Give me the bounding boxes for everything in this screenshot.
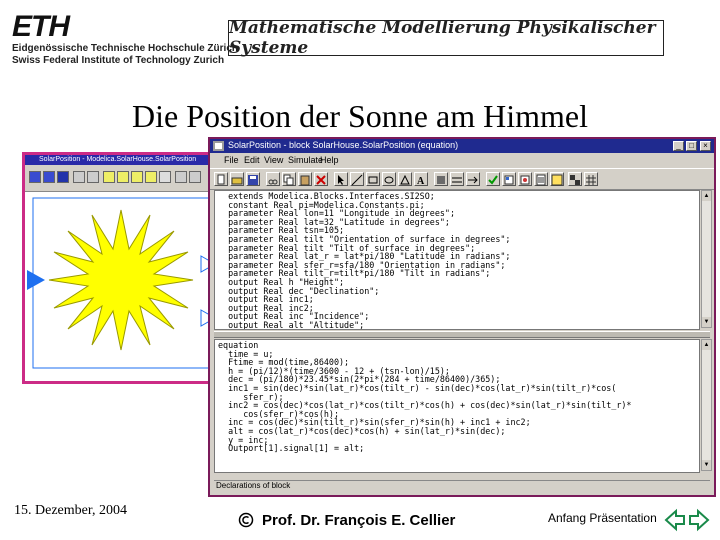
toolbar-button[interactable] [131,171,143,183]
toolbar-button[interactable] [29,171,41,183]
menu-bar: File Edit View Simulate Help [210,153,714,167]
toolbar-button[interactable] [189,171,201,183]
copyright-icon [238,512,254,528]
arrow-left-icon[interactable] [664,508,686,532]
toolbar-button[interactable] [57,171,69,183]
slide-title: Die Position der Sonne am Himmel [132,98,588,134]
window-icon [213,141,224,151]
institution-english: Swiss Federal Institute of Technology Zu… [12,55,225,66]
status-bar: Declarations of block [214,480,710,492]
maximize-icon[interactable]: □ [686,141,697,151]
menu-help[interactable]: Help [320,155,339,165]
equations-pane[interactable]: equation time = u; Ftime = mod(time,8640… [214,339,700,473]
scroll-down-icon[interactable]: ▼ [702,317,711,327]
toolbar-button[interactable] [103,171,115,183]
course-title: Mathematische Modellierung Physikalische… [228,18,664,58]
line-icon[interactable] [350,172,364,186]
toolbar-button[interactable] [43,171,55,183]
close-icon[interactable]: × [700,141,711,151]
scroll-down-icon[interactable]: ▼ [702,460,711,470]
eth-logo: ETH [12,10,70,43]
toolbar-button[interactable] [159,171,171,183]
toolbar-button[interactable] [145,171,157,183]
menu-view[interactable]: View [264,155,283,165]
editor-title: SolarPosition - block SolarHouse.SolarPo… [228,140,459,150]
start-presentation-link[interactable]: Anfang Präsentation [548,511,657,525]
menu-file[interactable]: File [224,155,239,165]
diagram-layer-icon[interactable] [502,172,516,186]
paste-icon[interactable] [298,172,312,186]
diagram-window-title: SolarPosition - Modelica.SolarHouse.Sola… [25,155,219,165]
arrow-style-icon[interactable] [466,172,480,186]
equations-text[interactable]: equation time = u; Ftime = mod(time,8640… [215,340,699,454]
editor-toolbar: A [210,168,714,190]
slide-date: 15. Dezember, 2004 [14,503,127,518]
model-editor-window[interactable]: SolarPosition - block SolarHouse.SolarPo… [208,137,716,497]
modelica-text-layer-icon[interactable] [550,172,564,186]
author-credit: Prof. Dr. François E. Cellier [238,512,455,529]
author-name: Prof. Dr. François E. Cellier [262,512,456,529]
institution-german: Eidgenössische Technische Hochschule Zür… [12,43,238,54]
toggle-icon[interactable] [568,172,582,186]
cut-icon[interactable] [266,172,280,186]
diagram-toolbar [25,167,219,189]
diagram-window[interactable]: SolarPosition - Modelica.SolarHouse.Sola… [22,152,222,384]
rectangle-icon[interactable] [366,172,380,186]
scroll-up-icon[interactable]: ▲ [702,191,711,201]
select-icon[interactable] [334,172,348,186]
documentation-layer-icon[interactable] [534,172,548,186]
delete-icon[interactable] [314,172,328,186]
toolbar-button[interactable] [87,171,99,183]
svg-text:A: A [417,176,425,186]
scroll-up-icon[interactable]: ▲ [702,340,711,350]
toolbar-button[interactable] [117,171,129,183]
line-style-icon[interactable] [450,172,464,186]
open-icon[interactable] [230,172,244,186]
minimize-icon[interactable]: _ [673,141,684,151]
grid-icon[interactable] [584,172,598,186]
declarations-text[interactable]: extends Modelica.Blocks.Interfaces.SI2SO… [215,191,699,329]
diagram-canvas[interactable] [25,191,219,381]
polygon-icon[interactable] [398,172,412,186]
new-icon[interactable] [214,172,228,186]
menu-simulate[interactable]: Simulate [288,155,323,165]
toolbar-button[interactable] [73,171,85,183]
sun-diagram [27,197,217,369]
save-icon[interactable] [246,172,260,186]
text-icon[interactable]: A [414,172,428,187]
fill-color-icon[interactable] [434,172,448,186]
toolbar-button[interactable] [175,171,187,183]
editor-titlebar[interactable]: SolarPosition - block SolarHouse.SolarPo… [210,139,714,153]
icon-layer-icon[interactable] [518,172,532,186]
check-icon[interactable] [486,172,500,186]
menu-edit[interactable]: Edit [244,155,260,165]
declarations-pane[interactable]: extends Modelica.Blocks.Interfaces.SI2SO… [214,190,700,330]
copy-icon[interactable] [282,172,296,186]
equations-scrollbar[interactable]: ▲ ▼ [701,339,712,471]
pane-splitter[interactable] [214,331,710,338]
declarations-scrollbar[interactable]: ▲ ▼ [701,190,712,328]
ellipse-icon[interactable] [382,172,396,186]
arrow-right-icon[interactable] [688,508,710,532]
